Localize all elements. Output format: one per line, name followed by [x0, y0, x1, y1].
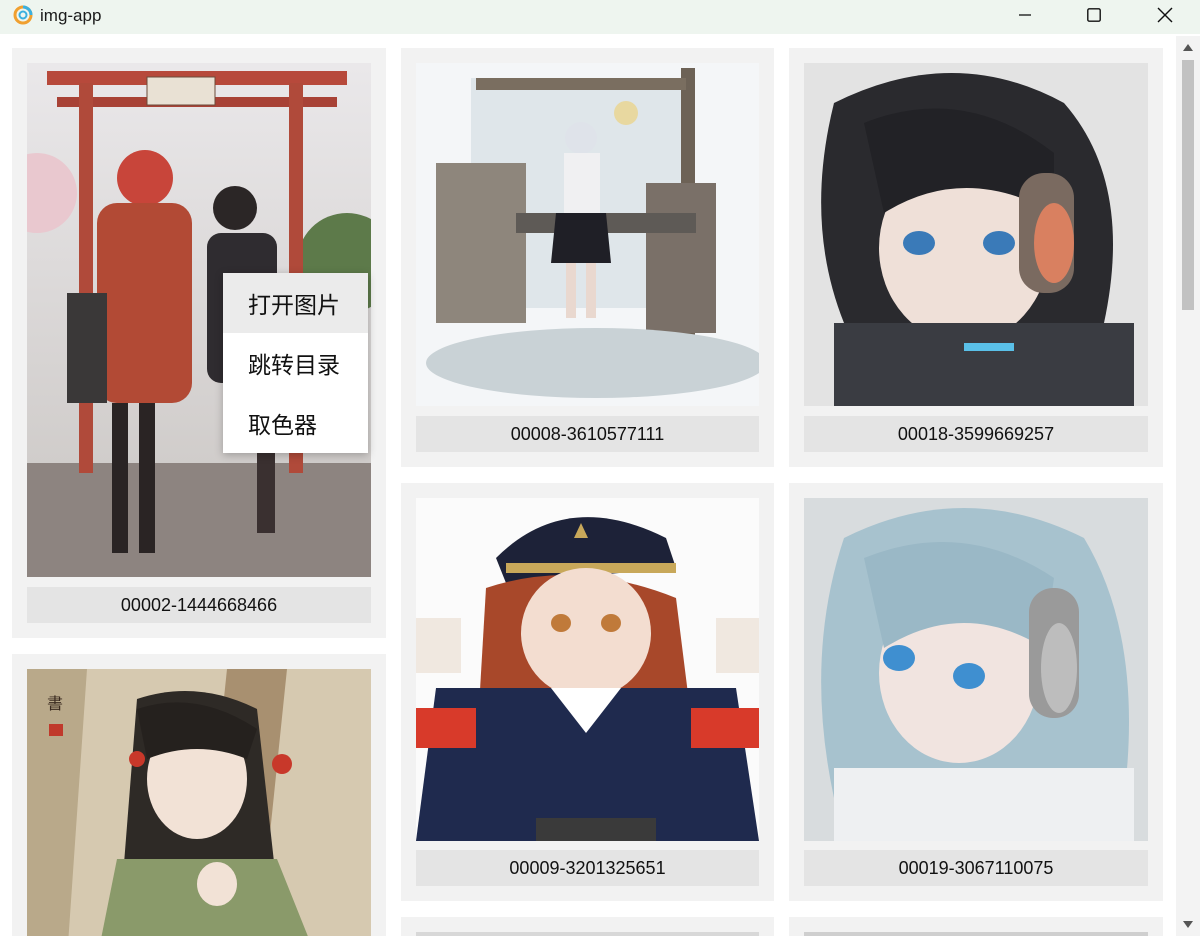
gallery-card[interactable]: 00009-3201325651: [401, 483, 774, 901]
close-icon: [1157, 7, 1173, 23]
thumbnail-image[interactable]: 書: [27, 669, 371, 936]
vertical-scrollbar[interactable]: [1176, 36, 1200, 936]
menu-item-go-to-folder[interactable]: 跳转目录: [223, 333, 368, 393]
image-caption: 00019-3067110075: [804, 850, 1148, 886]
close-button[interactable]: [1130, 0, 1200, 30]
maximize-icon: [1087, 8, 1101, 22]
minimize-icon: [1019, 14, 1031, 16]
gallery-card[interactable]: 00018-3599669257: [789, 48, 1163, 467]
window-title: img-app: [40, 6, 102, 25]
context-menu: 打开图片 跳转目录 取色器: [223, 273, 368, 453]
menu-item-color-picker[interactable]: 取色器: [223, 393, 368, 453]
image-gallery: 00002-1444668466 00008-3610577111 00018-…: [0, 36, 1176, 936]
gallery-card[interactable]: 書: [12, 654, 386, 936]
title-bar: img-app: [0, 0, 1200, 34]
gallery-card[interactable]: 00019-3067110075: [789, 483, 1163, 901]
thumbnail-image[interactable]: [804, 498, 1148, 841]
app-swirl-icon: [13, 5, 33, 25]
image-caption: 00018-3599669257: [804, 416, 1148, 452]
maximize-button[interactable]: [1059, 0, 1129, 30]
scroll-down-arrow-icon[interactable]: [1183, 921, 1193, 928]
thumbnail-image[interactable]: [416, 932, 759, 936]
gallery-card[interactable]: [401, 917, 774, 936]
thumbnail-image[interactable]: [804, 932, 1148, 936]
image-caption: 00002-1444668466: [27, 587, 371, 623]
svg-text:書: 書: [47, 694, 63, 713]
thumbnail-image[interactable]: [804, 63, 1148, 406]
thumbnail-image[interactable]: [416, 498, 759, 841]
image-caption: 00008-3610577111: [416, 416, 759, 452]
scrollbar-thumb[interactable]: [1182, 60, 1194, 310]
gallery-card[interactable]: 00008-3610577111: [401, 48, 774, 467]
scroll-up-arrow-icon[interactable]: [1183, 44, 1193, 51]
thumbnail-image[interactable]: [416, 63, 759, 406]
minimize-button[interactable]: [990, 0, 1060, 30]
gallery-card[interactable]: [789, 917, 1163, 936]
image-caption: 00009-3201325651: [416, 850, 759, 886]
menu-item-open-image[interactable]: 打开图片: [223, 273, 368, 333]
